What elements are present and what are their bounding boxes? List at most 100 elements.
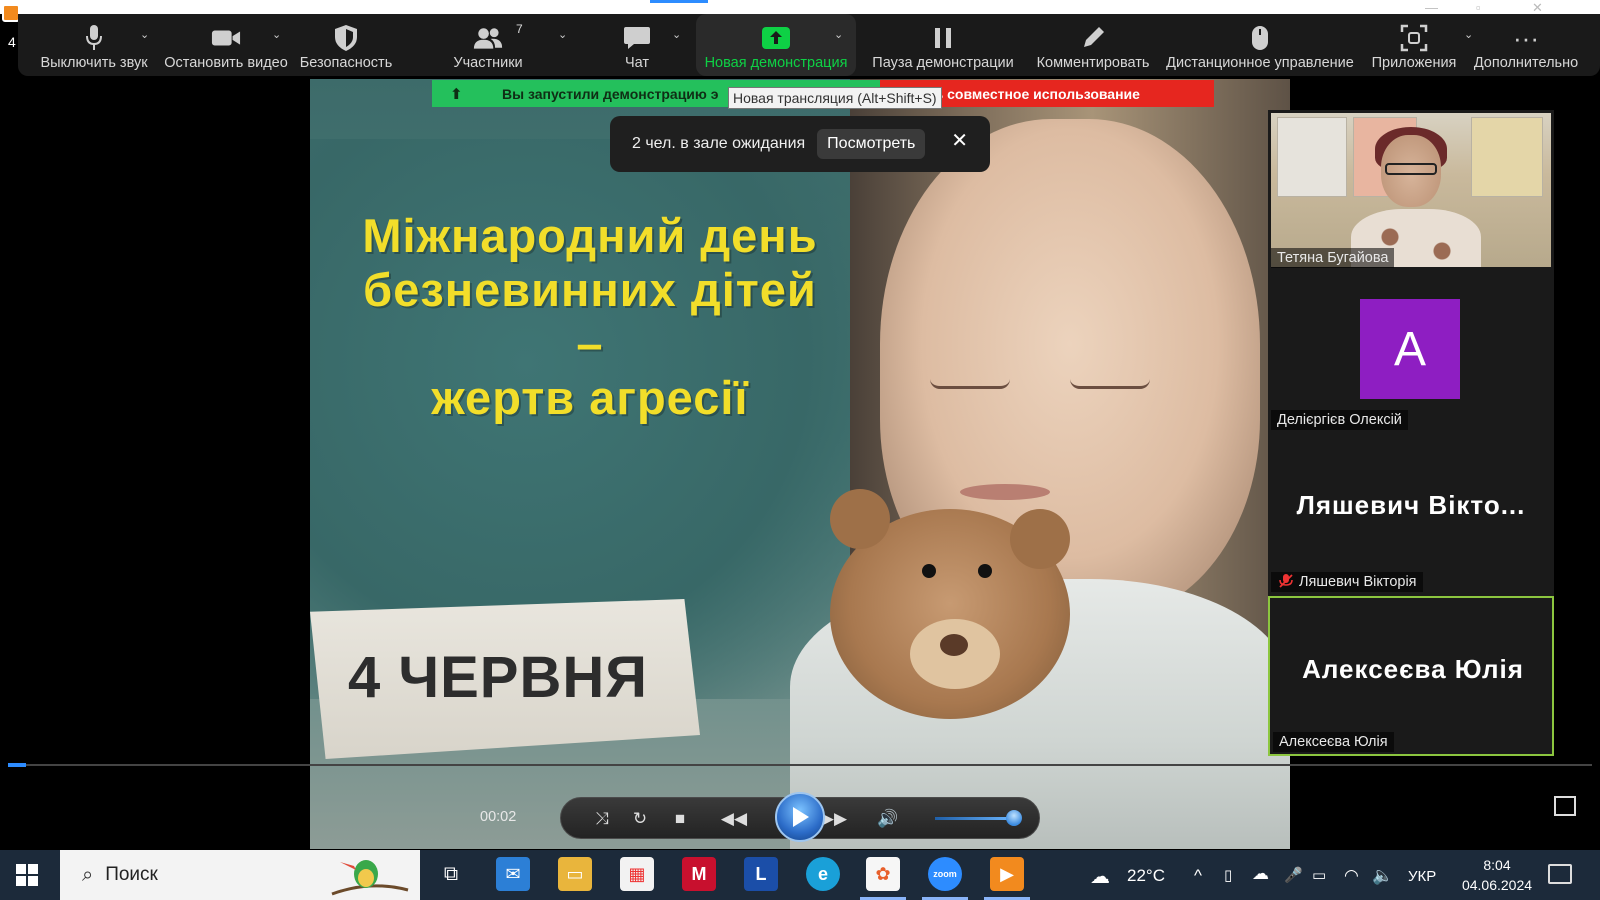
- participants-video-panel: Тетяна Бугайова A Делієргієв Олексій Ляш…: [1268, 110, 1554, 756]
- volume-icon[interactable]: 🔊: [877, 808, 899, 830]
- cloud-weather-icon[interactable]: ☁: [1090, 864, 1110, 889]
- glasses: [1385, 163, 1437, 175]
- microphone-icon: [79, 24, 109, 52]
- slide-title-line2: безневинних дітей: [363, 263, 817, 316]
- chevron-down-icon[interactable]: ⌄: [272, 28, 281, 41]
- waiting-room-notification: 2 чел. в зале ожидания Посмотреть ✕: [610, 116, 990, 172]
- l-app-icon[interactable]: L: [744, 857, 778, 891]
- stop-video-button[interactable]: ⌄ Остановить видео: [158, 14, 294, 76]
- participant-tile[interactable]: Тетяна Бугайова: [1268, 110, 1554, 270]
- play-icon: [793, 807, 809, 827]
- girl-right-eye: [1070, 379, 1150, 389]
- play-button[interactable]: [775, 792, 825, 842]
- more-label: Дополнительно: [1473, 55, 1579, 71]
- windows-start-icon[interactable]: [16, 864, 38, 886]
- minimize-icon[interactable]: —: [1425, 0, 1438, 15]
- participant-name: Тетяна Бугайова: [1271, 248, 1395, 268]
- previous-icon[interactable]: ◀◀: [721, 808, 747, 830]
- wifi-icon[interactable]: ◠: [1344, 866, 1359, 886]
- expand-icon[interactable]: [1554, 796, 1576, 816]
- photo-app-icon[interactable]: ✿: [866, 857, 900, 891]
- notification-icon[interactable]: [1548, 864, 1572, 884]
- media-player-icon[interactable]: ▶: [990, 857, 1024, 891]
- playback-time: 00:02: [480, 809, 517, 825]
- language-indicator[interactable]: УКР: [1408, 868, 1436, 885]
- more-dots-icon: ···: [1513, 22, 1539, 53]
- participant-tile-active-speaker[interactable]: Алексеєва Юлія Алексеєва Юлія: [1268, 596, 1554, 756]
- maximize-icon[interactable]: ▫: [1476, 0, 1481, 15]
- waiting-room-text: 2 чел. в зале ожидания: [632, 135, 806, 152]
- security-label: Безопасность: [299, 55, 393, 71]
- edge-icon[interactable]: e: [806, 857, 840, 891]
- battery-icon[interactable]: ▭: [1312, 866, 1326, 884]
- device-icon[interactable]: ▯: [1224, 866, 1232, 884]
- participant-tile[interactable]: A Делієргієв Олексій: [1268, 272, 1554, 432]
- repeat-icon[interactable]: ↻: [629, 808, 651, 830]
- weather-temperature[interactable]: 22°C: [1127, 866, 1165, 886]
- pin-icon[interactable]: ⬆: [450, 85, 463, 103]
- left-counter: 4: [8, 34, 16, 50]
- chevron-down-icon[interactable]: ⌄: [834, 28, 843, 41]
- next-icon[interactable]: ▶▶: [821, 808, 847, 830]
- teddy-bear-eye: [922, 564, 936, 578]
- security-button[interactable]: Безопасность: [294, 14, 398, 76]
- participants-button[interactable]: 7 ⌄ Участники: [438, 14, 567, 76]
- shuffle-icon[interactable]: ⤨: [591, 808, 613, 830]
- new-share-tooltip: Новая трансляция (Alt+Shift+S): [728, 87, 942, 109]
- apps-icon: [1399, 24, 1429, 52]
- zoom-icon[interactable]: zoom: [928, 857, 962, 891]
- slide-title: Міжнародний день безневинних дітей – жер…: [310, 209, 870, 425]
- shared-screen-image: Міжнародний день безневинних дітей – жер…: [310, 79, 1290, 849]
- file-explorer-icon[interactable]: ▭: [558, 857, 592, 891]
- mute-button[interactable]: ⌄ Выключить звук: [28, 14, 160, 76]
- task-view-icon[interactable]: ⧉: [434, 857, 468, 891]
- teddy-bear-ear: [830, 489, 890, 549]
- volume-slider[interactable]: [935, 817, 1015, 820]
- tray-chevron-up-icon[interactable]: ^: [1194, 866, 1202, 886]
- window-top-strip: — ▫ ✕: [0, 0, 1600, 22]
- clock-time: 8:04: [1483, 857, 1511, 873]
- annotate-button[interactable]: Комментировать: [1030, 14, 1156, 76]
- participant-video: [1271, 113, 1551, 267]
- participant-display-name: Алексеєва Юлія: [1302, 654, 1524, 684]
- chat-bubble-icon: [622, 24, 652, 52]
- onedrive-icon[interactable]: ☁: [1252, 864, 1269, 884]
- teddy-bear-ear: [1010, 509, 1070, 569]
- seek-bar[interactable]: [8, 764, 1592, 766]
- apps-button[interactable]: ⌄ Приложения: [1358, 14, 1473, 76]
- volume-slider-handle[interactable]: [1006, 810, 1022, 826]
- search-placeholder: Поиск: [105, 864, 158, 885]
- microphone-tray-icon[interactable]: 🎤: [1284, 866, 1303, 884]
- video-camera-icon: [211, 24, 241, 52]
- share-screen-icon: [761, 24, 791, 52]
- search-highlight-bird: [331, 860, 409, 896]
- avatar: A: [1360, 299, 1460, 399]
- participant-display-name: Ляшевич Вікто...: [1296, 490, 1526, 520]
- remote-control-button[interactable]: Дистанционное управление: [1166, 14, 1354, 76]
- participant-tile[interactable]: Ляшевич Вікто... Ляшевич Вікторія: [1268, 434, 1554, 594]
- taskbar-clock[interactable]: 8:04 04.06.2024: [1452, 855, 1542, 895]
- new-share-button[interactable]: ⌄ Новая демонстрация: [696, 14, 856, 76]
- store-icon[interactable]: ▦: [620, 857, 654, 891]
- pause-share-button[interactable]: Пауза демонстрации: [868, 14, 1018, 76]
- chevron-down-icon[interactable]: ⌄: [140, 28, 149, 41]
- mcafee-icon[interactable]: M: [682, 857, 716, 891]
- chat-button[interactable]: ⌄ Чат: [602, 14, 681, 76]
- view-waiting-room-button[interactable]: Посмотреть: [817, 129, 926, 159]
- stop-icon[interactable]: ■: [669, 808, 691, 830]
- pause-share-label: Пауза демонстрации: [872, 55, 1014, 71]
- more-button[interactable]: ··· Дополнительно: [1470, 14, 1582, 76]
- stop-video-label: Остановить видео: [164, 55, 288, 71]
- teddy-bear-eye: [978, 564, 992, 578]
- chevron-down-icon[interactable]: ⌄: [672, 28, 681, 41]
- close-icon[interactable]: ✕: [951, 128, 968, 153]
- participants-count: 7: [516, 22, 523, 36]
- mail-icon[interactable]: ✉: [496, 857, 530, 891]
- speaker-icon[interactable]: 🔈: [1372, 866, 1393, 886]
- pencil-icon: [1078, 24, 1108, 52]
- girl-left-eye: [930, 379, 1010, 389]
- chevron-down-icon[interactable]: ⌄: [558, 28, 567, 41]
- chat-label: Чат: [624, 55, 650, 71]
- seek-progress: [8, 763, 26, 767]
- shield-icon: [331, 24, 361, 52]
